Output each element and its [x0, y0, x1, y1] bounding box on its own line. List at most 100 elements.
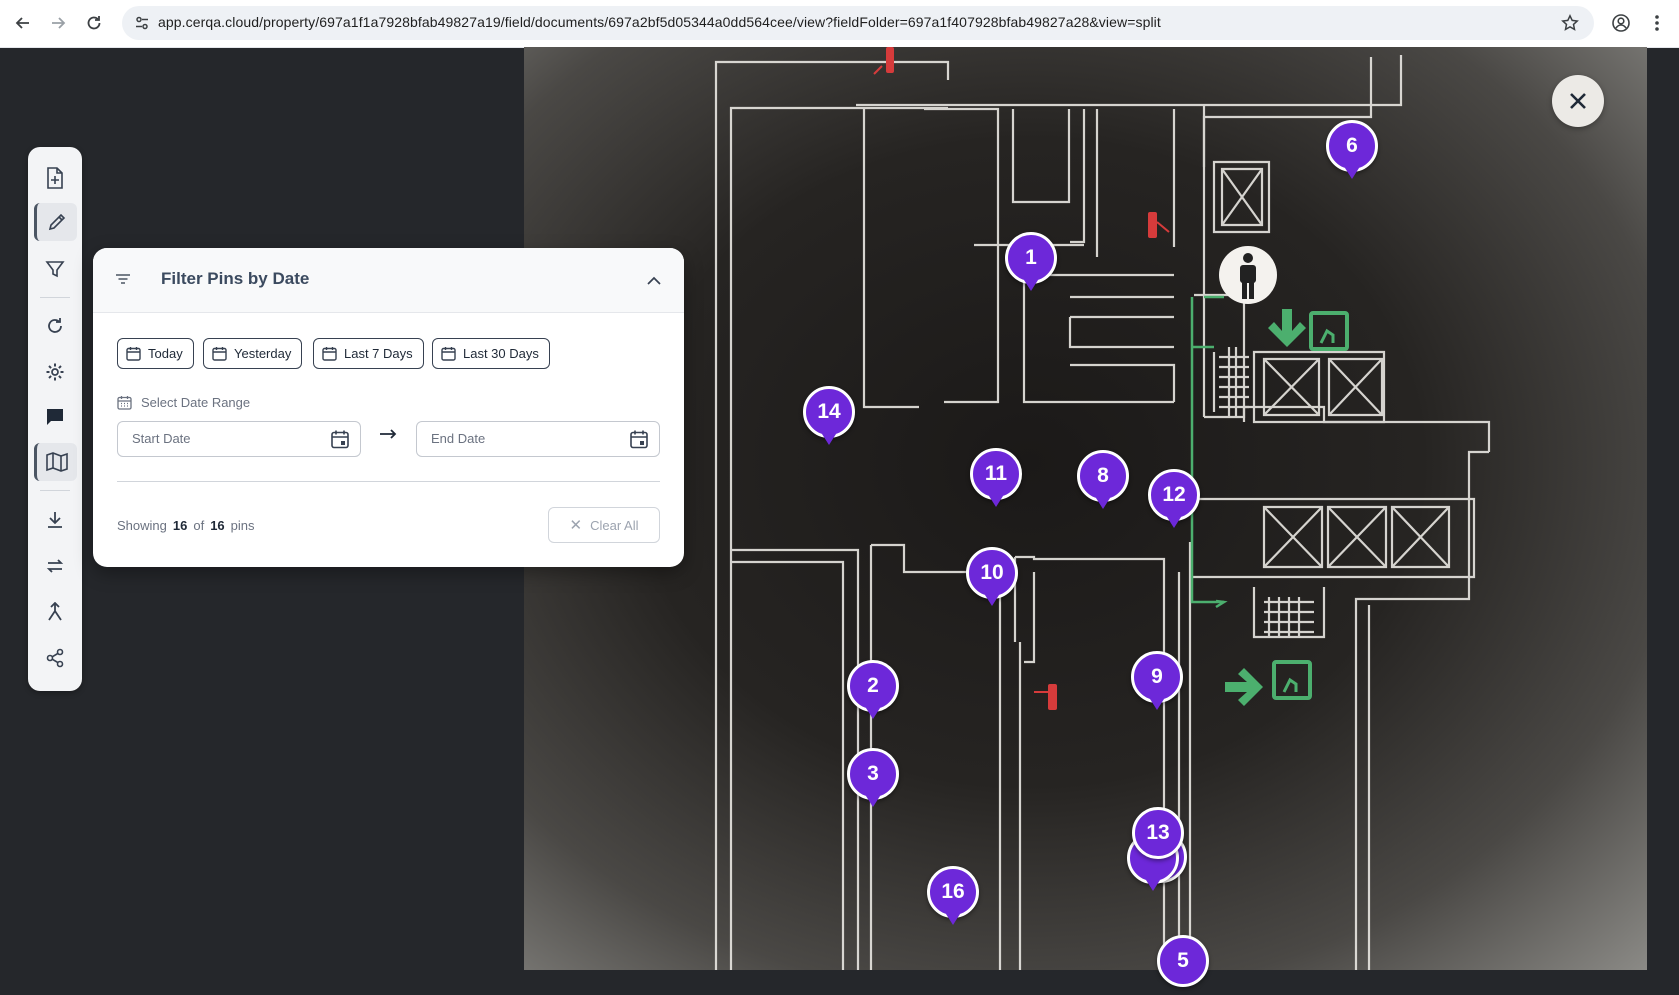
chevron-up-icon: [647, 276, 661, 285]
account-icon: [1612, 14, 1630, 32]
filter-pins-panel: Filter Pins by Date Today Yesterday Last…: [93, 248, 684, 567]
toolbar-divider: [40, 297, 70, 298]
left-toolbar: [28, 147, 82, 691]
pin-tail: [1146, 880, 1160, 891]
site-info-button[interactable]: [130, 11, 154, 35]
pin-number: 2: [847, 660, 899, 712]
calendar-icon: [322, 347, 337, 361]
pin-number: 3: [847, 748, 899, 800]
filter-panel-header[interactable]: Filter Pins by Date: [93, 248, 684, 313]
profile-button[interactable]: [1608, 10, 1634, 36]
arrow-left-icon: [15, 17, 29, 29]
pin-number: 12: [1148, 469, 1200, 521]
collapse-panel-button[interactable]: [644, 270, 664, 290]
last-7-days-button[interactable]: Last 7 Days: [313, 338, 424, 369]
edit-button[interactable]: [34, 203, 77, 241]
pin-marker[interactable]: 14: [803, 386, 855, 446]
map-view-button[interactable]: [34, 443, 77, 481]
pin-marker[interactable]: 9: [1131, 651, 1183, 711]
pin-tail: [985, 595, 999, 606]
add-document-icon: [47, 167, 63, 189]
pin-marker[interactable]: 8: [1077, 450, 1129, 510]
pin-tail: [822, 434, 836, 445]
panel-divider: [117, 481, 660, 482]
pin-tail: [989, 496, 1003, 507]
exit-sign-right-icon: [1225, 660, 1312, 706]
start-date-input[interactable]: [130, 430, 314, 447]
pin-marker[interactable]: 6: [1326, 120, 1378, 180]
more-vertical-icon: [1655, 15, 1659, 31]
bookmark-button[interactable]: [1558, 11, 1582, 35]
clear-all-button[interactable]: ✕ Clear All: [548, 507, 660, 543]
share-button[interactable]: [35, 639, 75, 677]
download-icon: [48, 512, 62, 528]
pin-marker[interactable]: 12: [1148, 469, 1200, 529]
pin-marker[interactable]: 1: [1005, 232, 1057, 292]
pin-marker[interactable]: 2: [847, 660, 899, 720]
showing-total: 16: [210, 518, 225, 533]
pin-number: 9: [1131, 651, 1183, 703]
pin-marker[interactable]: 13: [1132, 807, 1184, 867]
pin-count-summary: Showing 16 of 16 pins: [117, 518, 255, 533]
yesterday-button[interactable]: Yesterday: [203, 338, 303, 369]
browser-chrome: app.cerqa.cloud/property/697a1f1a7928bfa…: [0, 0, 1679, 48]
showing-prefix: Showing: [117, 518, 167, 533]
person-sign-icon: [1219, 246, 1277, 304]
last-7-days-label: Last 7 Days: [344, 346, 413, 361]
comments-button[interactable]: [35, 398, 75, 436]
pin-marker[interactable]: 3: [847, 748, 899, 808]
url-text[interactable]: app.cerqa.cloud/property/697a1f1a7928bfa…: [158, 14, 1161, 30]
today-label: Today: [148, 346, 183, 361]
pin-marker[interactable]: 16: [927, 866, 979, 926]
star-icon: [1561, 14, 1579, 31]
pin-number: 10: [966, 547, 1018, 599]
pin-tail: [1167, 517, 1181, 528]
pin-number: 5: [1157, 935, 1209, 987]
extinguisher-icons: [873, 47, 1170, 710]
download-button[interactable]: [35, 501, 75, 539]
tune-icon: [136, 16, 148, 30]
pin-number: 13: [1132, 807, 1184, 859]
arrow-right-icon: [380, 429, 397, 439]
pin-tail: [946, 914, 960, 925]
date-range-text: Select Date Range: [141, 395, 251, 410]
reload-button[interactable]: [81, 10, 107, 36]
showing-suffix: pins: [230, 518, 255, 533]
showing-of: of: [193, 518, 205, 533]
browser-menu-button[interactable]: [1644, 10, 1670, 36]
pin-marker[interactable]: 10: [966, 547, 1018, 607]
back-button[interactable]: [10, 10, 36, 36]
calendar-icon: [441, 347, 456, 361]
chat-icon: [47, 409, 63, 425]
calendar-picker-icon[interactable]: [330, 429, 350, 449]
settings-button[interactable]: [35, 353, 75, 391]
calendar-grid-icon: [117, 396, 132, 410]
date-range-label: Select Date Range: [117, 395, 250, 410]
refresh-button[interactable]: [35, 307, 75, 345]
toolbar-divider: [40, 490, 70, 491]
pin-marker[interactable]: 11: [970, 448, 1022, 508]
calendar-picker-icon[interactable]: [629, 429, 649, 449]
yesterday-label: Yesterday: [234, 346, 292, 361]
address-bar[interactable]: app.cerqa.cloud/property/697a1f1a7928bfa…: [122, 6, 1594, 40]
swap-button[interactable]: [35, 547, 75, 585]
pin-number: 8: [1077, 450, 1129, 502]
share-icon: [46, 648, 64, 668]
pencil-icon: [48, 213, 66, 231]
start-date-field[interactable]: [117, 421, 361, 457]
pin-number: 1: [1005, 232, 1057, 284]
pin-tail: [1150, 699, 1164, 710]
end-date-field[interactable]: [416, 421, 660, 457]
merge-button[interactable]: [35, 593, 75, 631]
end-date-input[interactable]: [429, 430, 613, 447]
pin-tail: [1345, 168, 1359, 179]
filter-button[interactable]: [35, 250, 75, 288]
showing-count: 16: [172, 518, 188, 533]
last-30-days-button[interactable]: Last 30 Days: [432, 338, 550, 369]
today-button[interactable]: Today: [117, 338, 194, 369]
pin-marker[interactable]: 5: [1157, 935, 1209, 995]
forward-button[interactable]: [45, 10, 71, 36]
filter-icon: [45, 261, 65, 278]
close-viewer-button[interactable]: [1552, 75, 1604, 127]
add-document-button[interactable]: [35, 159, 75, 197]
